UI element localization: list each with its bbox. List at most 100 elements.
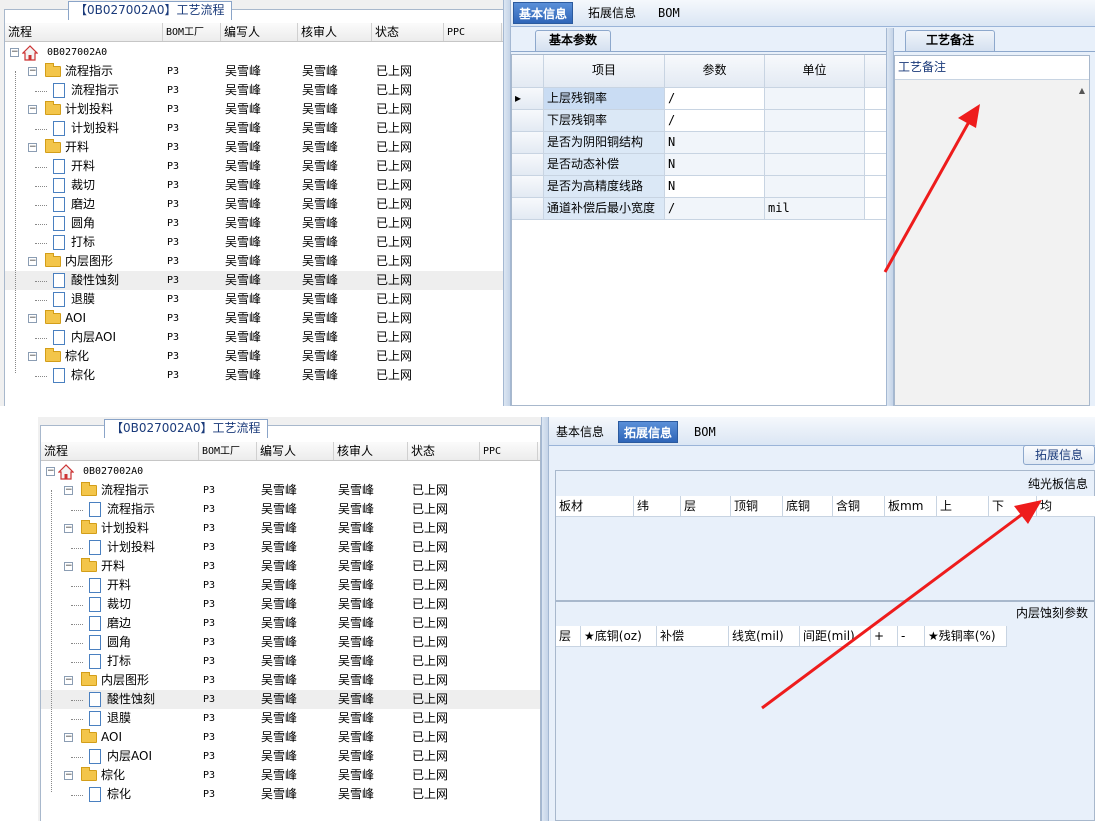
grid-header-1[interactable]: 项目 — [544, 55, 665, 88]
collapse-toggle-icon[interactable]: − — [64, 733, 73, 742]
column-header[interactable]: 上 — [937, 496, 989, 517]
grid-cell-value[interactable]: N — [665, 154, 765, 176]
vertical-splitter[interactable] — [503, 0, 511, 406]
s1-tree-row[interactable]: 裁切 P3 吴雪峰 吴雪峰 已上网 — [5, 176, 503, 195]
s2-tree-row[interactable]: 酸性蚀刻 P3 吴雪峰 吴雪峰 已上网 — [41, 690, 540, 709]
column-header[interactable]: ★底铜(oz) — [581, 626, 657, 647]
s2-tree-row[interactable]: − 内层图形 P3 吴雪峰 吴雪峰 已上网 — [41, 671, 540, 690]
col-header-2[interactable]: 编写人 — [221, 23, 298, 41]
s1-tree-row[interactable]: 开料 P3 吴雪峰 吴雪峰 已上网 — [5, 157, 503, 176]
col-header-5[interactable]: PPC — [480, 442, 538, 460]
s1-tree-row[interactable]: 计划投料 P3 吴雪峰 吴雪峰 已上网 — [5, 119, 503, 138]
s1-tree-row[interactable]: 圆角 P3 吴雪峰 吴雪峰 已上网 — [5, 214, 503, 233]
column-header[interactable]: ★残铜率(%) — [925, 626, 1007, 647]
tab-basic-info-2[interactable]: 基本信息 — [551, 421, 609, 443]
col-header-1[interactable]: BOM工厂 — [163, 23, 221, 41]
row-header[interactable] — [512, 154, 544, 176]
process-tree-2[interactable]: 流程 BOM工厂 编写人 核审人 状态 PPC −0B027002A0− 流程指示 P3 吴雪峰吴… — [41, 442, 540, 821]
s1-tree-row[interactable]: − 0B027002A0 — [5, 43, 503, 62]
s2-tree-row[interactable]: 磨边 P3 吴雪峰 吴雪峰 已上网 — [41, 614, 540, 633]
tab-basic-info[interactable]: 基本信息 — [513, 2, 574, 24]
s2-tree-row[interactable]: 裁切 P3 吴雪峰 吴雪峰 已上网 — [41, 595, 540, 614]
s1-tree-row[interactable]: 退膜 P3 吴雪峰 吴雪峰 已上网 — [5, 290, 503, 309]
inner-splitter[interactable] — [886, 28, 894, 406]
tab-extended-info-2[interactable]: 拓展信息 — [618, 421, 679, 443]
s2-tree-row[interactable]: 计划投料 P3 吴雪峰 吴雪峰 已上网 — [41, 538, 540, 557]
grid-header-0[interactable] — [512, 55, 544, 88]
tab-bom-2[interactable]: BOM — [689, 421, 721, 443]
scroll-up-arrow[interactable]: ▲ — [1079, 86, 1085, 95]
column-header[interactable]: 均 — [1037, 496, 1095, 517]
collapse-toggle-icon[interactable]: − — [10, 48, 19, 57]
ext-info-button[interactable]: 拓展信息 — [1023, 445, 1095, 465]
grid-cell-value[interactable]: / — [665, 198, 765, 220]
s2-tree-row[interactable]: − 流程指示 P3 吴雪峰 吴雪峰 已上网 — [41, 481, 540, 500]
col-header-4[interactable]: 状态 — [372, 23, 444, 41]
column-header[interactable]: 含铜 — [833, 496, 885, 517]
basic-params-grid[interactable]: 项目 参数 单位 ▸ 上层残铜率 / 下层残铜率 / 是否为阴阳铜结构 N 是否动态补偿 N 是否为高精… — [511, 54, 887, 406]
s2-tree-row[interactable]: 圆角 P3 吴雪峰 吴雪峰 已上网 — [41, 633, 540, 652]
collapse-toggle-icon[interactable]: − — [28, 257, 37, 266]
col-header-2[interactable]: 编写人 — [257, 442, 334, 460]
column-header[interactable]: 纬 — [634, 496, 681, 517]
s1-tree-row[interactable]: − 开料 P3 吴雪峰 吴雪峰 已上网 — [5, 138, 503, 157]
s2-tree-row[interactable]: 内层AOI P3 吴雪峰 吴雪峰 已上网 — [41, 747, 540, 766]
row-header[interactable] — [512, 110, 544, 132]
column-header[interactable]: - — [898, 626, 925, 647]
row-header[interactable] — [512, 198, 544, 220]
collapse-toggle-icon[interactable]: − — [64, 562, 73, 571]
column-header[interactable]: 层 — [556, 626, 581, 647]
s2-tree-row[interactable]: 退膜 P3 吴雪峰 吴雪峰 已上网 — [41, 709, 540, 728]
s1-tree-row[interactable]: 磨边 P3 吴雪峰 吴雪峰 已上网 — [5, 195, 503, 214]
collapse-toggle-icon[interactable]: − — [28, 105, 37, 114]
column-header[interactable]: 层 — [681, 496, 731, 517]
s1-tree-row[interactable]: − AOI P3 吴雪峰 吴雪峰 已上网 — [5, 309, 503, 328]
s2-tree-row[interactable]: 打标 P3 吴雪峰 吴雪峰 已上网 — [41, 652, 540, 671]
column-header[interactable]: 间距(mil) — [800, 626, 871, 647]
collapse-toggle-icon[interactable]: − — [28, 143, 37, 152]
column-header[interactable]: 板材 — [556, 496, 634, 517]
column-header[interactable]: 板mm — [885, 496, 937, 517]
s2-tree-row[interactable]: 棕化 P3 吴雪峰 吴雪峰 已上网 — [41, 785, 540, 804]
tab-bom[interactable]: BOM — [653, 2, 685, 24]
collapse-toggle-icon[interactable]: − — [64, 771, 73, 780]
collapse-toggle-icon[interactable]: − — [64, 676, 73, 685]
col-header-0[interactable]: 流程 — [5, 23, 163, 41]
s1-tree-row[interactable]: 内层AOI P3 吴雪峰 吴雪峰 已上网 — [5, 328, 503, 347]
s1-tree-row[interactable]: − 棕化 P3 吴雪峰 吴雪峰 已上网 — [5, 347, 503, 366]
grid-cell-value[interactable]: N — [665, 176, 765, 198]
s2-tree-row[interactable]: − 0B027002A0 — [41, 462, 540, 481]
collapse-toggle-icon[interactable]: − — [46, 467, 55, 476]
s1-tree-row[interactable]: 棕化 P3 吴雪峰 吴雪峰 已上网 — [5, 366, 503, 385]
collapse-toggle-icon[interactable]: − — [28, 314, 37, 323]
remark-textarea[interactable] — [895, 81, 1089, 405]
s1-tree-row[interactable]: 打标 P3 吴雪峰 吴雪峰 已上网 — [5, 233, 503, 252]
s2-tree-row[interactable]: 开料 P3 吴雪峰 吴雪峰 已上网 — [41, 576, 540, 595]
s2-tree-row[interactable]: − 棕化 P3 吴雪峰 吴雪峰 已上网 — [41, 766, 540, 785]
col-header-1[interactable]: BOM工厂 — [199, 442, 257, 460]
grid-cell-value[interactable]: N — [665, 132, 765, 154]
col-header-4[interactable]: 状态 — [408, 442, 480, 460]
grid-cell-value[interactable]: / — [665, 110, 765, 132]
col-header-3[interactable]: 核审人 — [334, 442, 408, 460]
col-header-0[interactable]: 流程 — [41, 442, 199, 460]
row-header[interactable] — [512, 176, 544, 198]
grid-header-2[interactable]: 参数 — [665, 55, 765, 88]
process-tree[interactable]: 流程 BOM工厂 编写人 核审人 状态 PPC −0B027002A0− 流程指示 P3 吴雪峰吴… — [5, 23, 503, 406]
collapse-toggle-icon[interactable]: − — [28, 67, 37, 76]
s2-tree-row[interactable]: − AOI P3 吴雪峰 吴雪峰 已上网 — [41, 728, 540, 747]
column-header[interactable]: 下 — [989, 496, 1037, 517]
col-header-5[interactable]: PPC — [444, 23, 502, 41]
grid-cell-value[interactable]: / — [665, 88, 765, 110]
s2-tree-row[interactable]: − 计划投料 P3 吴雪峰 吴雪峰 已上网 — [41, 519, 540, 538]
tab-extended-info[interactable]: 拓展信息 — [583, 2, 641, 24]
s1-tree-row[interactable]: − 计划投料 P3 吴雪峰 吴雪峰 已上网 — [5, 100, 503, 119]
row-header[interactable]: ▸ — [512, 88, 544, 110]
s1-tree-row[interactable]: − 内层图形 P3 吴雪峰 吴雪峰 已上网 — [5, 252, 503, 271]
collapse-toggle-icon[interactable]: − — [28, 352, 37, 361]
col-header-3[interactable]: 核审人 — [298, 23, 372, 41]
column-header[interactable]: 顶铜 — [731, 496, 783, 517]
tab-process-remark[interactable]: 工艺备注 — [905, 30, 995, 51]
s1-tree-row[interactable]: − 流程指示 P3 吴雪峰 吴雪峰 已上网 — [5, 62, 503, 81]
s2-tree-row[interactable]: 流程指示 P3 吴雪峰 吴雪峰 已上网 — [41, 500, 540, 519]
